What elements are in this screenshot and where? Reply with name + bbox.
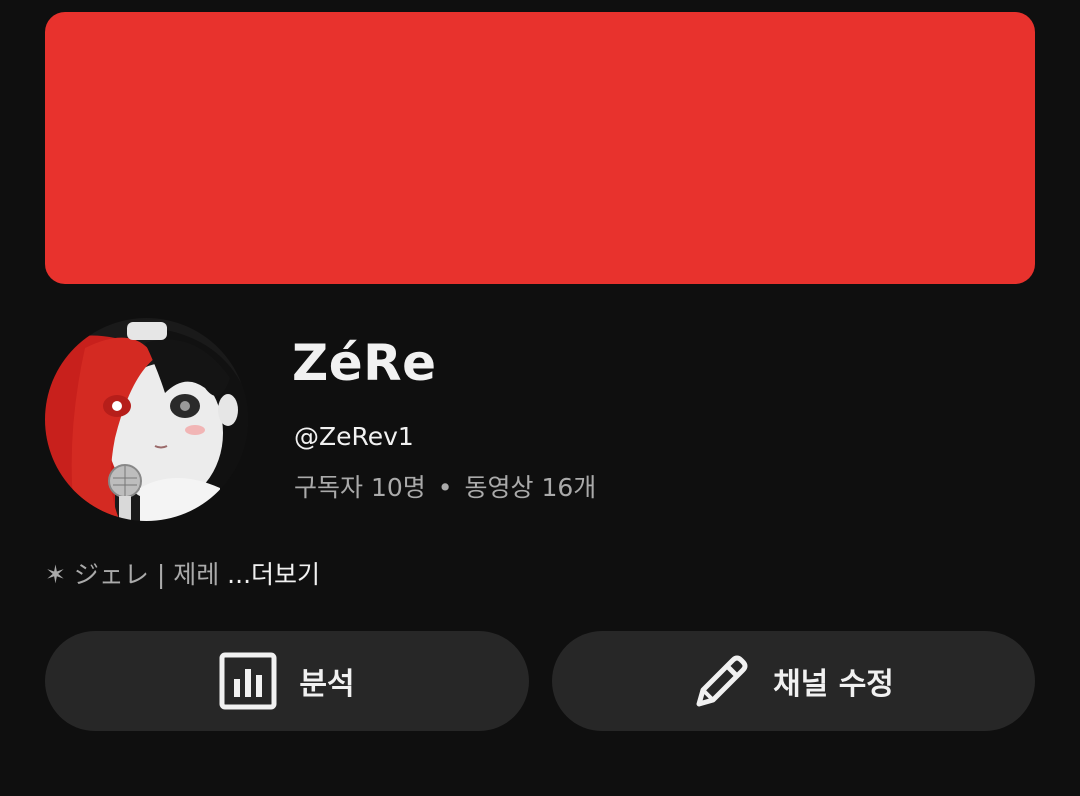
edit-channel-button[interactable]: 채널 수정 bbox=[552, 631, 1035, 731]
analytics-icon bbox=[219, 652, 277, 710]
subscriber-count: 구독자 10명 bbox=[294, 473, 426, 502]
channel-handle: @ZeRev1 bbox=[294, 422, 414, 451]
pencil-icon bbox=[693, 652, 751, 710]
channel-stats: 구독자 10명 • 동영상 16개 bbox=[294, 473, 596, 503]
analytics-button[interactable]: 분석 bbox=[45, 631, 529, 731]
edit-channel-label: 채널 수정 bbox=[773, 667, 894, 702]
channel-name: ZéRe bbox=[292, 334, 437, 392]
analytics-label: 분석 bbox=[299, 667, 355, 702]
channel-avatar[interactable] bbox=[45, 318, 248, 521]
video-count: 동영상 16개 bbox=[464, 473, 597, 502]
description-text: ✶ ジェレ | 제레 bbox=[45, 560, 228, 589]
channel-banner bbox=[45, 12, 1035, 284]
stats-separator: • bbox=[437, 473, 453, 502]
avatar-illustration bbox=[45, 318, 248, 521]
channel-page: ZéRe @ZeRev1 구독자 10명 • 동영상 16개 ✶ ジェレ | 제레 … bbox=[0, 0, 1080, 796]
channel-description[interactable]: ✶ ジェレ | 제레 ...더보기 bbox=[45, 560, 320, 590]
more-link[interactable]: ...더보기 bbox=[227, 560, 320, 589]
